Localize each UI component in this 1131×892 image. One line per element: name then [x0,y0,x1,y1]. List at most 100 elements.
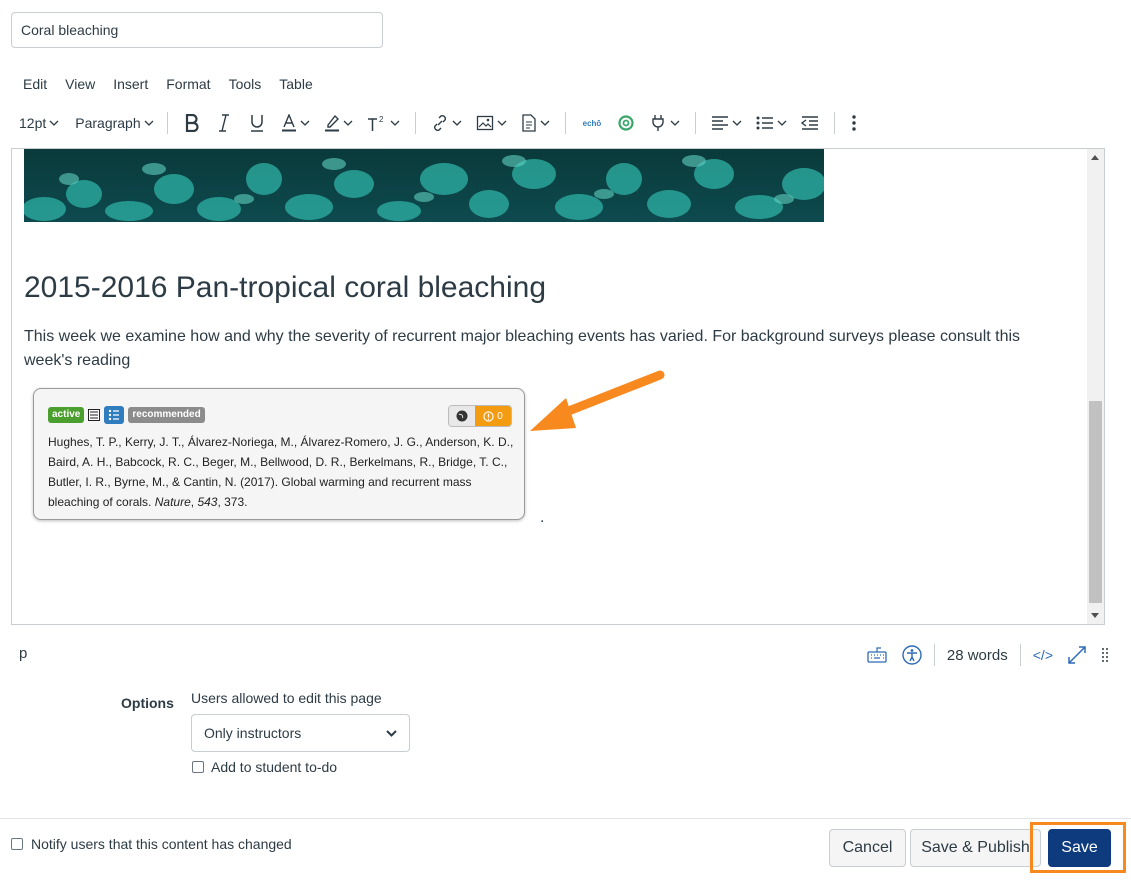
font-size-dropdown[interactable]: 12pt [14,110,64,136]
todo-checkbox[interactable] [192,761,204,773]
chevron-down-icon [390,120,400,126]
document-button[interactable] [514,110,557,136]
chevron-down-icon [144,120,154,126]
scroll-up-icon[interactable] [1091,154,1099,160]
citation-authors-title: Hughes, T. P., Kerry, J. T., Álvarez-Nor… [48,435,514,509]
green-tool-button[interactable] [610,110,642,136]
scroll-down-icon[interactable] [1091,613,1099,619]
highlighter-icon [324,114,339,132]
citation-card[interactable]: active recommended 0 Hughes, T. P., Kerr… [33,388,525,520]
cancel-button[interactable]: Cancel [829,829,906,867]
menu-insert[interactable]: Insert [104,75,157,93]
editor-menubar: Edit View Insert Format Tools Table [14,75,322,93]
plug-icon [652,115,665,131]
content-paragraph: This week we examine how and why the sev… [24,328,1021,369]
text-color-icon [281,114,296,132]
document-list-icon [88,409,101,421]
editor-scrollbar[interactable] [1087,149,1104,624]
save-publish-button[interactable]: Save & Publish [910,829,1041,867]
toolbar-divider [564,112,566,134]
coral-reef-image [24,149,824,222]
list-icon [104,406,125,424]
keyboard-icon[interactable] [866,646,888,664]
bold-button[interactable] [176,110,208,136]
menu-table[interactable]: Table [270,75,321,93]
svg-text:2: 2 [379,115,384,124]
chevron-down-icon [49,120,59,126]
word-count: 28 words [946,646,1008,664]
highlight-color-button[interactable] [317,110,360,136]
chevron-down-icon [777,120,787,126]
citation-text: Hughes, T. P., Kerry, J. T., Álvarez-Nor… [48,432,514,512]
accessibility-icon[interactable] [902,645,922,665]
menu-format[interactable]: Format [157,75,219,93]
outdent-button[interactable] [794,110,826,136]
toolbar-divider [166,112,168,134]
indent-icon [801,116,819,130]
chevron-down-icon [343,120,353,126]
bullet-list-icon [756,116,774,130]
footer-divider [0,818,1131,819]
chevron-down-icon [670,120,680,126]
document-icon [521,114,536,132]
text-color-button[interactable] [274,110,317,136]
active-badge: active [48,407,85,423]
chevron-down-icon [300,120,310,126]
bold-icon [185,114,199,132]
citation-count: 0 [497,410,503,422]
info-icon [483,410,494,422]
scrollbar-thumb[interactable] [1089,401,1102,603]
link-button[interactable] [424,110,469,136]
edit-permission-select[interactable]: Only instructors [191,714,410,752]
citation-actions: 0 [448,405,512,427]
save-highlight-box [1030,822,1126,873]
align-button[interactable] [704,110,749,136]
block-format-dropdown[interactable]: Paragraph [70,110,158,136]
notify-checkbox[interactable] [11,838,23,850]
page-title-input[interactable] [11,12,383,48]
superscript-button[interactable]: 2 [360,110,407,136]
underline-button[interactable] [240,110,274,136]
kebab-menu-icon [852,115,857,131]
font-size-value: 12pt [19,115,47,131]
fullscreen-icon[interactable] [1067,645,1087,665]
resize-handle-icon[interactable] [1101,646,1109,664]
plugin-button[interactable] [642,110,687,136]
editor-statusbar: p 28 words </> [19,644,1109,666]
toolbar-divider [414,112,416,134]
globe-button[interactable] [449,406,475,426]
underline-icon [250,115,263,132]
citation-pages: , 373. [217,495,248,509]
italic-button[interactable] [208,110,240,136]
toolbar-divider [695,112,697,134]
todo-label: Add to student to-do [211,759,338,775]
align-left-icon [712,116,729,130]
editor-toolbar: 12pt Paragraph 2 echō [14,110,865,136]
todo-option: Add to student to-do [192,759,337,775]
echo-logo-icon: echō [582,118,602,128]
toolbar-divider [834,112,836,134]
content-heading: 2015-2016 Pan-tropical coral bleaching [24,271,547,304]
notify-option: Notify users that this content has chang… [11,836,292,852]
list-button[interactable] [749,110,794,136]
html-editor-toggle[interactable]: </> [1033,647,1053,663]
trailing-dot: . [540,509,545,526]
recommended-badge: recommended [128,407,205,423]
citation-count-button[interactable]: 0 [475,406,511,426]
image-icon [476,115,493,131]
image-button[interactable] [469,110,514,136]
options-label: Options [121,695,174,711]
menu-view[interactable]: View [56,75,104,93]
block-format-value: Paragraph [75,115,141,131]
element-path[interactable]: p [19,645,27,662]
menu-tools[interactable]: Tools [220,75,271,93]
menu-edit[interactable]: Edit [14,75,56,93]
citation-badges: active recommended [48,406,205,424]
chevron-down-icon [452,120,462,126]
chevron-down-icon [497,120,507,126]
superscript-icon: 2 [367,115,384,131]
echo-tool-button[interactable]: echō [574,110,611,136]
notify-label: Notify users that this content has chang… [31,836,292,852]
more-options-button[interactable] [843,110,865,136]
link-icon [433,115,446,131]
